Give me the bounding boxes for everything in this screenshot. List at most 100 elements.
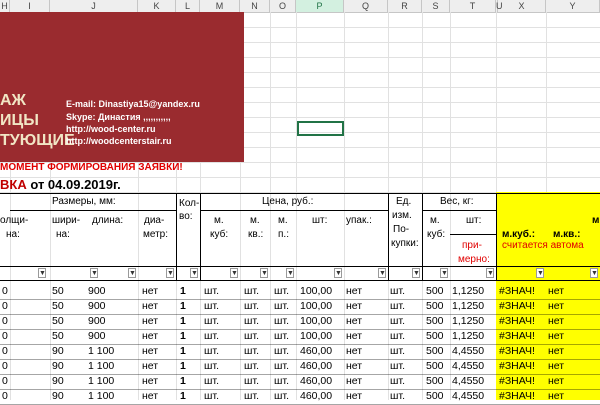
col-header-m[interactable]: M [200,0,240,12]
table-cell[interactable]: 1,1250 [452,330,484,342]
table-cell[interactable]: шт. [390,345,405,357]
table-cell[interactable]: 900 [88,315,106,327]
table-cell[interactable]: шт. [204,330,219,342]
filter-button[interactable]: ▼ [486,268,494,278]
table-cell[interactable]: 1 [180,375,186,387]
table-cell[interactable]: 500 [426,285,444,297]
table-cell[interactable]: 460,00 [300,375,332,387]
col-header-n[interactable]: N [240,0,270,12]
table-cell[interactable]: нет [142,360,158,372]
filter-button[interactable]: ▼ [230,268,238,278]
table-cell[interactable]: шт. [244,375,259,387]
table-cell[interactable]: 1,1250 [452,315,484,327]
table-cell[interactable]: 1 100 [88,390,114,402]
filter-button[interactable]: ▼ [128,268,136,278]
table-cell[interactable]: шт. [204,345,219,357]
table-cell[interactable]: нет [346,345,362,357]
table-cell[interactable]: шт. [274,300,289,312]
table-cell[interactable]: 0 [2,390,8,402]
filter-button[interactable]: ▼ [166,268,174,278]
table-cell[interactable]: шт. [390,375,405,387]
table-cell[interactable]: нет [548,345,564,357]
table-cell[interactable]: 1 [180,345,186,357]
table-cell[interactable]: 0 [2,345,8,357]
col-header-l[interactable]: L [176,0,200,12]
table-cell[interactable]: 0 [2,285,8,297]
table-cell[interactable]: #ЗНАЧ! [499,360,535,372]
table-cell[interactable]: нет [142,390,158,402]
table-cell[interactable]: шт. [244,330,259,342]
table-cell[interactable]: нет [142,345,158,357]
table-cell[interactable]: 900 [88,330,106,342]
col-header-t[interactable]: T [450,0,496,12]
table-cell[interactable]: шт. [204,390,219,402]
selected-cell[interactable] [297,121,344,136]
table-cell[interactable]: нет [346,390,362,402]
col-header-o[interactable]: O [270,0,296,12]
table-cell[interactable]: 90 [52,345,64,357]
table-cell[interactable]: нет [142,285,158,297]
table-cell[interactable]: шт. [274,375,289,387]
table-cell[interactable]: шт. [204,360,219,372]
table-cell[interactable]: 0 [2,300,8,312]
table-cell[interactable]: нет [346,375,362,387]
table-cell[interactable]: нет [548,390,564,402]
table-cell[interactable]: шт. [244,300,259,312]
table-cell[interactable]: 0 [2,360,8,372]
table-cell[interactable]: шт. [390,390,405,402]
table-cell[interactable]: шт. [390,315,405,327]
table-cell[interactable]: 100,00 [300,315,332,327]
table-cell[interactable]: шт. [204,315,219,327]
table-cell[interactable]: #ЗНАЧ! [499,285,535,297]
table-cell[interactable]: 0 [2,375,8,387]
table-cell[interactable]: нет [548,360,564,372]
table-cell[interactable]: 900 [88,285,106,297]
table-cell[interactable]: шт. [244,360,259,372]
table-cell[interactable]: шт. [244,315,259,327]
table-cell[interactable]: 1 [180,360,186,372]
col-header-h[interactable]: H [0,0,10,12]
table-cell[interactable]: шт. [274,360,289,372]
table-cell[interactable]: нет [548,330,564,342]
filter-button[interactable]: ▼ [38,268,46,278]
table-cell[interactable]: 0 [2,315,8,327]
table-cell[interactable]: шт. [390,360,405,372]
table-cell[interactable]: 1 100 [88,375,114,387]
table-cell[interactable]: 500 [426,330,444,342]
table-cell[interactable]: 90 [52,375,64,387]
table-cell[interactable]: 460,00 [300,390,332,402]
filter-button[interactable]: ▼ [440,268,448,278]
table-cell[interactable]: 100,00 [300,330,332,342]
col-header-y[interactable]: Y [546,0,600,12]
table-cell[interactable]: шт. [244,285,259,297]
filter-button[interactable]: ▼ [412,268,420,278]
table-cell[interactable]: нет [346,315,362,327]
table-cell[interactable]: нет [142,300,158,312]
table-cell[interactable]: нет [548,285,564,297]
table-cell[interactable]: шт. [390,285,405,297]
table-cell[interactable]: #ЗНАЧ! [499,315,535,327]
filter-button[interactable]: ▼ [536,268,544,278]
table-cell[interactable]: шт. [244,390,259,402]
table-cell[interactable]: 460,00 [300,345,332,357]
table-cell[interactable]: 1,1250 [452,285,484,297]
col-header-k[interactable]: K [138,0,176,12]
table-cell[interactable]: 500 [426,345,444,357]
col-header-i[interactable]: I [10,0,50,12]
table-cell[interactable]: шт. [274,330,289,342]
table-cell[interactable]: шт. [390,300,405,312]
table-cell[interactable]: шт. [204,285,219,297]
table-cell[interactable]: 1,1250 [452,300,484,312]
table-cell[interactable]: 1 [180,300,186,312]
table-cell[interactable]: 4,4550 [452,390,484,402]
table-cell[interactable]: 4,4550 [452,360,484,372]
col-header-x[interactable]: X [498,0,546,12]
table-cell[interactable]: #ЗНАЧ! [499,330,535,342]
table-cell[interactable]: шт. [274,285,289,297]
table-cell[interactable]: #ЗНАЧ! [499,300,535,312]
table-cell[interactable]: нет [548,300,564,312]
table-cell[interactable]: #ЗНАЧ! [499,345,535,357]
table-cell[interactable]: 100,00 [300,285,332,297]
table-cell[interactable]: нет [142,315,158,327]
table-cell[interactable]: 500 [426,375,444,387]
